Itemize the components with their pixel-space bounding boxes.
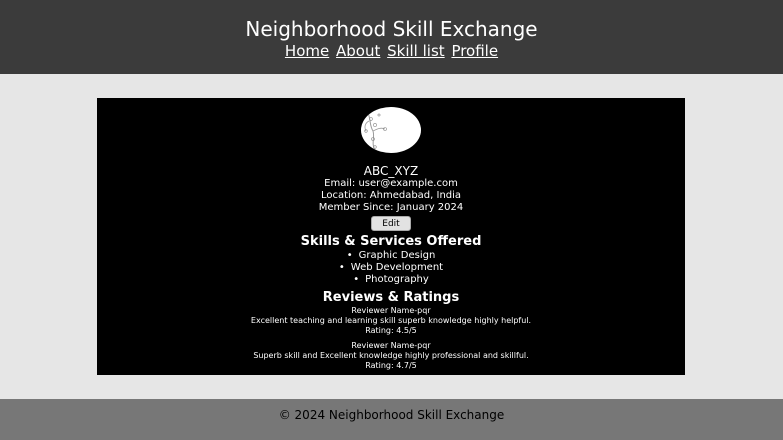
review-text: Excellent teaching and learning skill su… — [250, 316, 532, 325]
profile-card: ABC_XYZ Email: user@example.com Location… — [97, 98, 685, 375]
review-reviewer: Reviewer Name-pqr — [351, 341, 431, 350]
nav-link-skill-list[interactable]: Skill list — [387, 42, 445, 60]
profile-member-since: Member Since: January 2024 — [318, 202, 464, 213]
flower-branch-avatar-icon — [364, 110, 387, 152]
nav-link-home[interactable]: Home — [285, 42, 329, 60]
review-item: Reviewer Name-pqr Superb skill and Excel… — [97, 341, 685, 371]
edit-profile-button[interactable]: Edit — [371, 216, 411, 231]
skill-item: Web Development — [97, 262, 685, 274]
skills-list: Graphic Design Web Development Photograp… — [97, 250, 685, 286]
profile-email: Email: user@example.com — [324, 178, 458, 189]
review-item: Reviewer Name-pqr Excellent teaching and… — [97, 306, 685, 336]
review-reviewer: Reviewer Name-pqr — [351, 306, 431, 315]
reviews-section-title: Reviews & Ratings — [322, 290, 460, 305]
nav-link-about[interactable]: About — [336, 42, 380, 60]
review-text: Superb skill and Excellent knowledge hig… — [253, 351, 529, 360]
main-nav: Home About Skill list Profile — [0, 41, 783, 61]
site-header: Neighborhood Skill Exchange Home About S… — [0, 0, 783, 74]
skill-item: Photography — [97, 274, 685, 286]
review-rating: Rating: 4.7/5 — [365, 361, 417, 370]
skill-item: Graphic Design — [97, 250, 685, 262]
skills-section-title: Skills & Services Offered — [300, 234, 482, 249]
footer-copyright: © 2024 Neighborhood Skill Exchange — [278, 408, 505, 422]
site-footer: © 2024 Neighborhood Skill Exchange — [0, 399, 783, 440]
nav-link-profile[interactable]: Profile — [451, 42, 498, 60]
profile-username: ABC_XYZ — [363, 164, 419, 178]
review-rating: Rating: 4.5/5 — [365, 326, 417, 335]
profile-location: Location: Ahmedabad, India — [320, 190, 462, 201]
site-title: Neighborhood Skill Exchange — [245, 17, 538, 41]
avatar — [361, 107, 421, 153]
